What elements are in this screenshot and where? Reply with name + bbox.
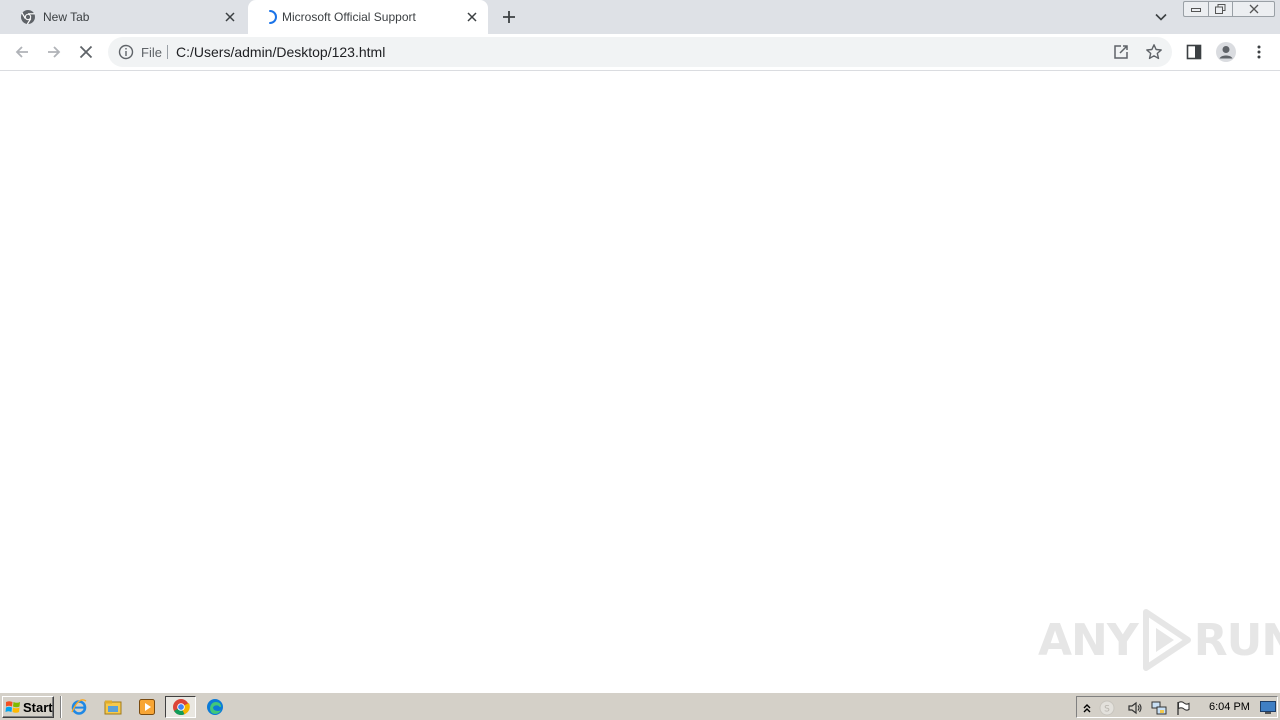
scheme-chip[interactable]: File bbox=[141, 45, 162, 60]
profile-button[interactable] bbox=[1215, 41, 1237, 63]
svg-text:S: S bbox=[1104, 705, 1110, 715]
tab-title: Microsoft Official Support bbox=[282, 10, 416, 24]
tab-microsoft-official-support[interactable]: Microsoft Official Support bbox=[248, 0, 488, 34]
avatar-icon bbox=[1216, 42, 1236, 62]
watermark-text-right: RUN bbox=[1193, 614, 1280, 666]
flag-icon bbox=[1177, 701, 1190, 715]
chrome-icon bbox=[21, 10, 35, 25]
show-desktop-button[interactable] bbox=[1260, 700, 1276, 716]
file-explorer-launch[interactable] bbox=[104, 698, 122, 716]
page-viewport: ANY RUN bbox=[0, 72, 1280, 692]
anyrun-watermark: ANY RUN bbox=[1038, 608, 1280, 672]
close-tab-button[interactable] bbox=[222, 9, 238, 25]
new-tab-button[interactable] bbox=[499, 7, 519, 27]
back-button[interactable] bbox=[12, 42, 32, 62]
forward-button[interactable] bbox=[44, 42, 64, 62]
plus-icon bbox=[503, 11, 515, 23]
loading-spinner-icon bbox=[269, 10, 277, 24]
skype-tray-icon[interactable]: S bbox=[1099, 700, 1115, 716]
windows-logo-icon bbox=[5, 701, 20, 713]
browser-menu-button[interactable] bbox=[1249, 42, 1269, 62]
tab-strip: New Tab Microsoft Official Support bbox=[0, 0, 1280, 34]
show-hidden-icons-button[interactable] bbox=[1079, 700, 1095, 716]
start-label: Start bbox=[23, 699, 53, 715]
info-icon[interactable] bbox=[118, 44, 134, 60]
edge-launch[interactable] bbox=[206, 698, 224, 716]
chevron-up-icon bbox=[1083, 704, 1091, 713]
network-tray-icon[interactable] bbox=[1151, 700, 1167, 716]
watermark-text-left: ANY bbox=[1038, 614, 1139, 666]
minimize-icon bbox=[1191, 8, 1201, 12]
address-bar[interactable]: File C:/Users/admin/Desktop/123.html bbox=[108, 37, 1172, 67]
taskbar-separator bbox=[60, 696, 62, 718]
chrome-icon bbox=[172, 699, 190, 715]
chrome-taskbar-button[interactable] bbox=[165, 696, 196, 718]
close-icon bbox=[1249, 4, 1258, 14]
close-tab-button[interactable] bbox=[464, 9, 480, 25]
edge-icon bbox=[207, 699, 223, 715]
speaker-icon bbox=[1128, 701, 1142, 715]
tab-search-button[interactable] bbox=[1152, 8, 1170, 26]
restore-icon bbox=[1215, 4, 1226, 14]
chevron-down-icon bbox=[1155, 13, 1167, 21]
taskbar-clock[interactable]: 6:04 PM bbox=[1209, 701, 1250, 713]
skype-icon: S bbox=[1099, 700, 1115, 716]
restore-button[interactable] bbox=[1208, 1, 1233, 17]
volume-tray-icon[interactable] bbox=[1127, 700, 1143, 716]
internet-explorer-icon bbox=[71, 699, 87, 715]
tab-new-tab[interactable]: New Tab bbox=[8, 0, 246, 34]
media-player-icon bbox=[139, 699, 155, 715]
play-logo-icon bbox=[1142, 609, 1191, 671]
network-icon bbox=[1151, 701, 1167, 715]
side-panel-icon bbox=[1186, 44, 1202, 60]
side-panel-button[interactable] bbox=[1184, 42, 1204, 62]
close-icon bbox=[225, 12, 235, 22]
file-explorer-icon bbox=[104, 700, 122, 715]
media-player-launch[interactable] bbox=[138, 698, 156, 716]
system-tray: S 6:04 PM bbox=[1076, 696, 1278, 718]
share-icon[interactable] bbox=[1112, 43, 1130, 61]
more-vertical-icon bbox=[1257, 45, 1261, 59]
browser-toolbar: File C:/Users/admin/Desktop/123.html bbox=[0, 34, 1280, 71]
stop-loading-button[interactable] bbox=[76, 42, 96, 62]
omnibox-divider bbox=[167, 45, 168, 59]
desktop-icon bbox=[1260, 701, 1276, 714]
star-icon[interactable] bbox=[1145, 43, 1163, 61]
close-icon bbox=[467, 12, 477, 22]
tab-title: New Tab bbox=[43, 10, 90, 24]
arrow-left-icon bbox=[15, 46, 28, 58]
close-icon bbox=[79, 45, 93, 59]
close-window-button[interactable] bbox=[1233, 1, 1275, 17]
url-text[interactable]: C:/Users/admin/Desktop/123.html bbox=[176, 44, 385, 60]
internet-explorer-launch[interactable] bbox=[70, 698, 88, 716]
taskbar: Start S 6:04 PM bbox=[0, 692, 1280, 720]
minimize-button[interactable] bbox=[1183, 1, 1208, 17]
action-center-tray-icon[interactable] bbox=[1175, 700, 1191, 716]
arrow-right-icon bbox=[48, 46, 61, 58]
start-button[interactable]: Start bbox=[2, 696, 54, 718]
